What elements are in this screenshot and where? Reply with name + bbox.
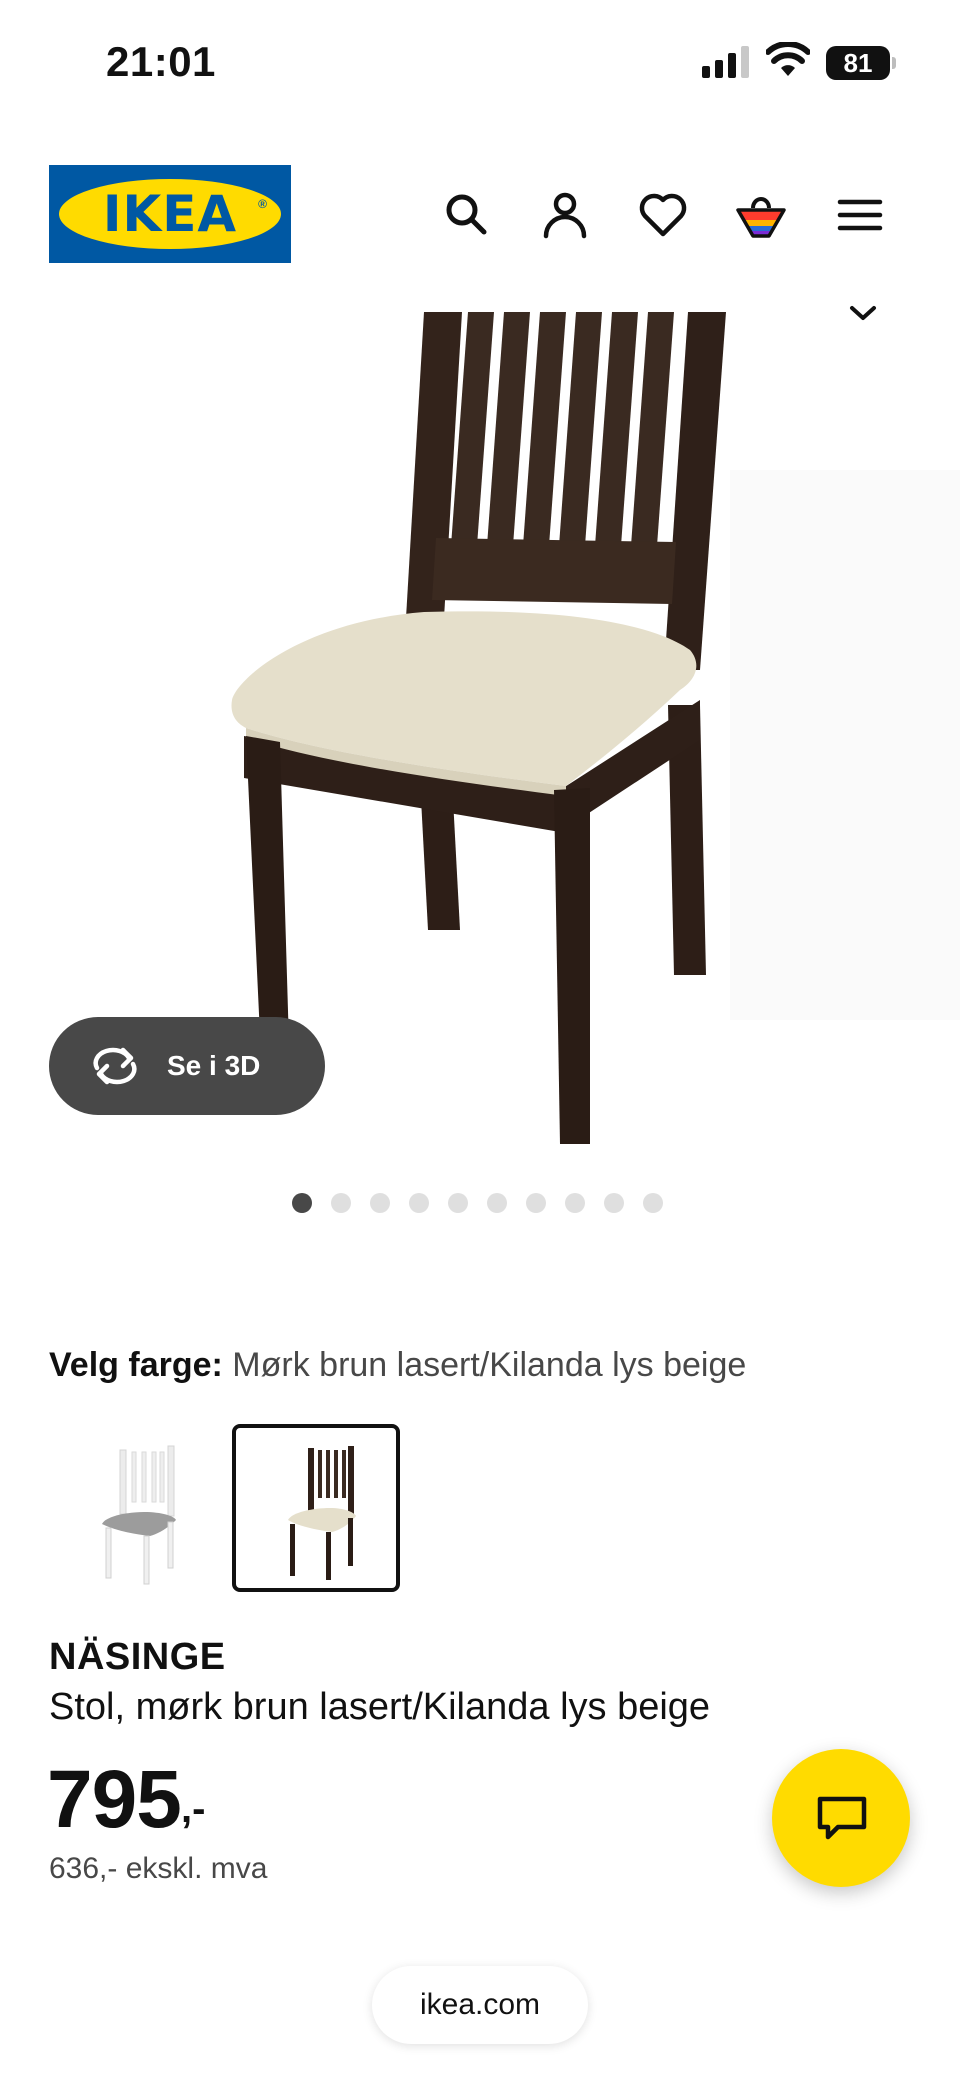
price-excluding-vat: 636,- ekskl. mva xyxy=(49,1852,268,1885)
chevron-down-icon[interactable] xyxy=(848,302,878,324)
color-label: Velg farge: xyxy=(49,1346,223,1384)
chat-icon xyxy=(817,1796,867,1840)
color-value: Mørk brun lasert/Kilanda lys beige xyxy=(232,1346,747,1384)
gallery-dot[interactable] xyxy=(604,1193,624,1213)
wifi-icon xyxy=(766,42,810,76)
product-price: 795 xyxy=(47,1754,182,1845)
gallery-dot[interactable] xyxy=(409,1193,429,1213)
gallery-dot[interactable] xyxy=(331,1193,351,1213)
battery-level: 81 xyxy=(826,46,890,80)
status-bar: 21:01 81 xyxy=(0,0,960,120)
site-header: IKEA ® xyxy=(0,150,960,280)
view-in-3d-label: Se i 3D xyxy=(167,1050,261,1081)
product-name: NÄSINGE xyxy=(49,1636,226,1678)
rotate-3d-icon xyxy=(93,1047,137,1085)
battery-icon: 81 xyxy=(826,46,896,80)
color-swatch-dark-brown[interactable] xyxy=(232,1424,400,1592)
gallery-dot[interactable] xyxy=(448,1193,468,1213)
price-suffix: ,- xyxy=(181,1787,206,1831)
white-chair-thumbnail xyxy=(102,1445,176,1585)
account-icon[interactable] xyxy=(540,190,590,240)
gallery-dot[interactable] xyxy=(565,1193,585,1213)
status-time: 21:01 xyxy=(106,38,216,85)
browser-url-bar[interactable]: ikea.com xyxy=(372,1966,588,2044)
cellular-signal-icon xyxy=(702,46,749,78)
menu-icon[interactable] xyxy=(835,190,885,240)
heart-icon[interactable] xyxy=(638,190,688,240)
search-icon[interactable] xyxy=(442,190,492,240)
gallery-dot[interactable] xyxy=(487,1193,507,1213)
cart-icon[interactable] xyxy=(736,190,786,240)
gallery-dot[interactable] xyxy=(292,1193,312,1213)
product-description: Stol, mørk brun lasert/Kilanda lys beige xyxy=(49,1686,711,1728)
view-in-3d-button[interactable]: Se i 3D xyxy=(49,1017,325,1115)
ikea-logo[interactable]: IKEA ® xyxy=(49,165,291,263)
gallery-dot[interactable] xyxy=(643,1193,663,1213)
logo-text: IKEA xyxy=(102,185,238,243)
color-swatch-white[interactable] xyxy=(58,1424,226,1592)
dark-brown-chair-thumbnail xyxy=(288,1446,356,1580)
color-selection-text: Velg farge: Mørk brun lasert/Kilanda lys… xyxy=(49,1346,746,1385)
gallery-dot[interactable] xyxy=(526,1193,546,1213)
chat-button[interactable] xyxy=(772,1749,910,1887)
gallery-dot[interactable] xyxy=(370,1193,390,1213)
